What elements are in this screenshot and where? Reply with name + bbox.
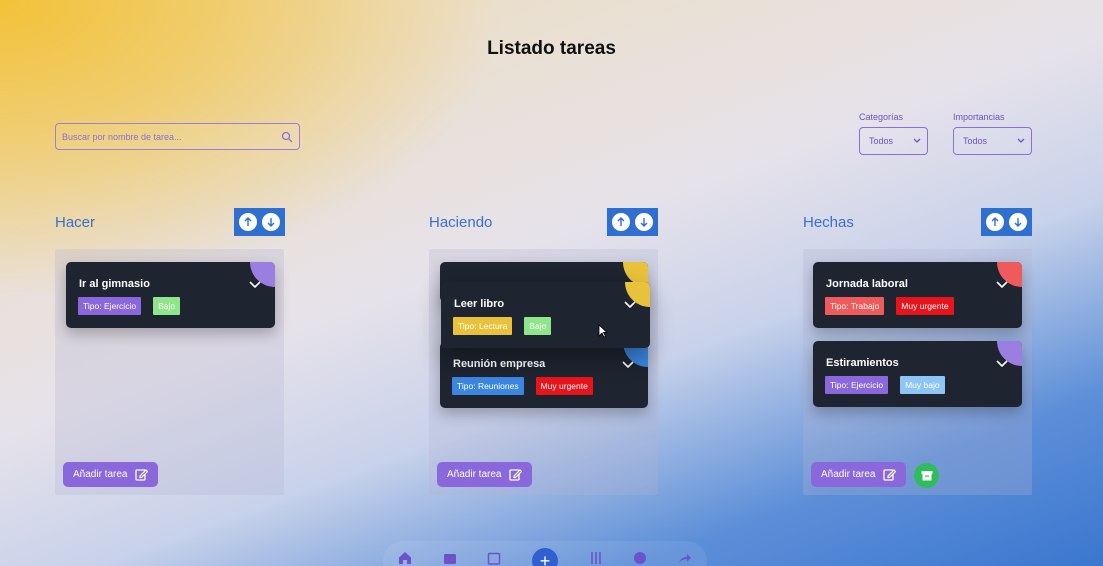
categories-filter: Categorías Todos bbox=[859, 112, 928, 155]
sort-down-button[interactable] bbox=[262, 213, 280, 231]
add-task-label: Añadir tarea bbox=[73, 469, 128, 480]
search-input[interactable] bbox=[62, 131, 281, 142]
chevron-down-icon[interactable] bbox=[249, 281, 261, 289]
sort-controls bbox=[607, 208, 658, 236]
archive-button[interactable] bbox=[914, 463, 939, 488]
sort-controls bbox=[981, 208, 1032, 236]
task-card-dragging[interactable]: Leer libro Tipo: Lectura Bajo bbox=[441, 282, 650, 348]
column-title-hechas: Hechas bbox=[803, 214, 854, 231]
sort-up-button[interactable] bbox=[612, 213, 630, 231]
sort-down-button[interactable] bbox=[635, 213, 653, 231]
task-card[interactable]: Jornada laboral Tipo: Trabajo Muy urgent… bbox=[813, 262, 1022, 328]
task-title: Jornada laboral bbox=[826, 278, 908, 290]
edit-icon bbox=[509, 469, 523, 481]
bottom-navigation: + bbox=[383, 541, 707, 566]
task-type-badge: Tipo: Trabajo bbox=[825, 297, 885, 315]
arrow-down-icon bbox=[1014, 218, 1022, 227]
page-title: Listado tareas bbox=[487, 38, 616, 59]
task-priority-badge: Bajo bbox=[153, 297, 181, 315]
task-title: Ir al gimnasio bbox=[79, 278, 150, 290]
importance-label: Importancias bbox=[953, 112, 1005, 122]
sort-up-button[interactable] bbox=[239, 213, 257, 231]
task-priority-badge: Muy urgente bbox=[535, 377, 593, 395]
chevron-down-icon[interactable] bbox=[996, 360, 1008, 368]
chevron-down-icon[interactable] bbox=[624, 301, 636, 309]
chevron-down-icon[interactable] bbox=[622, 361, 634, 369]
categories-value: Todos bbox=[869, 136, 894, 146]
add-nav-button[interactable]: + bbox=[531, 548, 558, 566]
arrow-up-icon bbox=[617, 217, 625, 226]
edit-icon bbox=[883, 469, 897, 481]
add-task-button[interactable]: Añadir tarea bbox=[811, 462, 907, 487]
wallet-icon[interactable] bbox=[443, 551, 457, 565]
chevron-down-icon bbox=[913, 138, 921, 143]
sort-up-button[interactable] bbox=[986, 213, 1004, 231]
task-type-badge: Tipo: Lectura bbox=[453, 317, 513, 335]
edit-icon bbox=[135, 469, 149, 481]
chevron-down-icon[interactable] bbox=[996, 281, 1008, 289]
column-title-haciendo: Haciendo bbox=[429, 214, 493, 231]
task-priority-badge: Muy urgente bbox=[896, 297, 954, 315]
importance-value: Todos bbox=[963, 136, 988, 146]
column-title-hacer: Hacer bbox=[55, 214, 96, 231]
task-title: Leer libro bbox=[454, 298, 505, 310]
profile-icon[interactable] bbox=[633, 551, 647, 565]
search-box[interactable] bbox=[55, 123, 300, 150]
task-card[interactable]: Reunión empresa Tipo: Reuniones Muy urge… bbox=[440, 342, 648, 408]
archive-icon bbox=[921, 471, 932, 481]
task-priority-badge: Bajo bbox=[524, 317, 552, 335]
task-priority-badge: Muy bajo bbox=[900, 376, 945, 394]
share-icon[interactable] bbox=[678, 551, 692, 565]
sort-down-button[interactable] bbox=[1009, 213, 1027, 231]
arrow-up-icon bbox=[991, 217, 999, 226]
search-icon[interactable] bbox=[281, 131, 293, 143]
task-title: Estiramientos bbox=[826, 357, 899, 369]
importance-select[interactable]: Todos bbox=[953, 127, 1032, 155]
importance-filter: Importancias Todos bbox=[953, 112, 1032, 155]
task-type-badge: Tipo: Reuniones bbox=[452, 377, 524, 395]
add-task-label: Añadir tarea bbox=[821, 469, 876, 480]
categories-label: Categorías bbox=[859, 112, 904, 122]
categories-select[interactable]: Todos bbox=[859, 127, 928, 155]
task-card[interactable]: Estiramientos Tipo: Ejercicio Muy bajo bbox=[813, 341, 1022, 407]
calendar-icon[interactable] bbox=[487, 551, 501, 565]
arrow-up-icon bbox=[244, 217, 252, 226]
cursor-icon bbox=[598, 324, 607, 338]
home-icon[interactable] bbox=[398, 551, 412, 565]
arrow-down-icon bbox=[267, 218, 275, 227]
task-card[interactable]: Ir al gimnasio Tipo: Ejercicio Bajo bbox=[66, 262, 275, 328]
add-task-button[interactable]: Añadir tarea bbox=[437, 462, 533, 487]
task-title: Reunión empresa bbox=[453, 358, 546, 370]
task-type-badge: Tipo: Ejercicio bbox=[78, 297, 142, 315]
task-type-badge: Tipo: Ejercicio bbox=[825, 376, 889, 394]
add-task-label: Añadir tarea bbox=[447, 469, 502, 480]
sort-controls bbox=[234, 208, 285, 236]
add-task-button[interactable]: Añadir tarea bbox=[63, 462, 159, 487]
sliders-icon[interactable] bbox=[589, 551, 603, 565]
chevron-down-icon bbox=[1017, 138, 1025, 143]
arrow-down-icon bbox=[640, 218, 648, 227]
